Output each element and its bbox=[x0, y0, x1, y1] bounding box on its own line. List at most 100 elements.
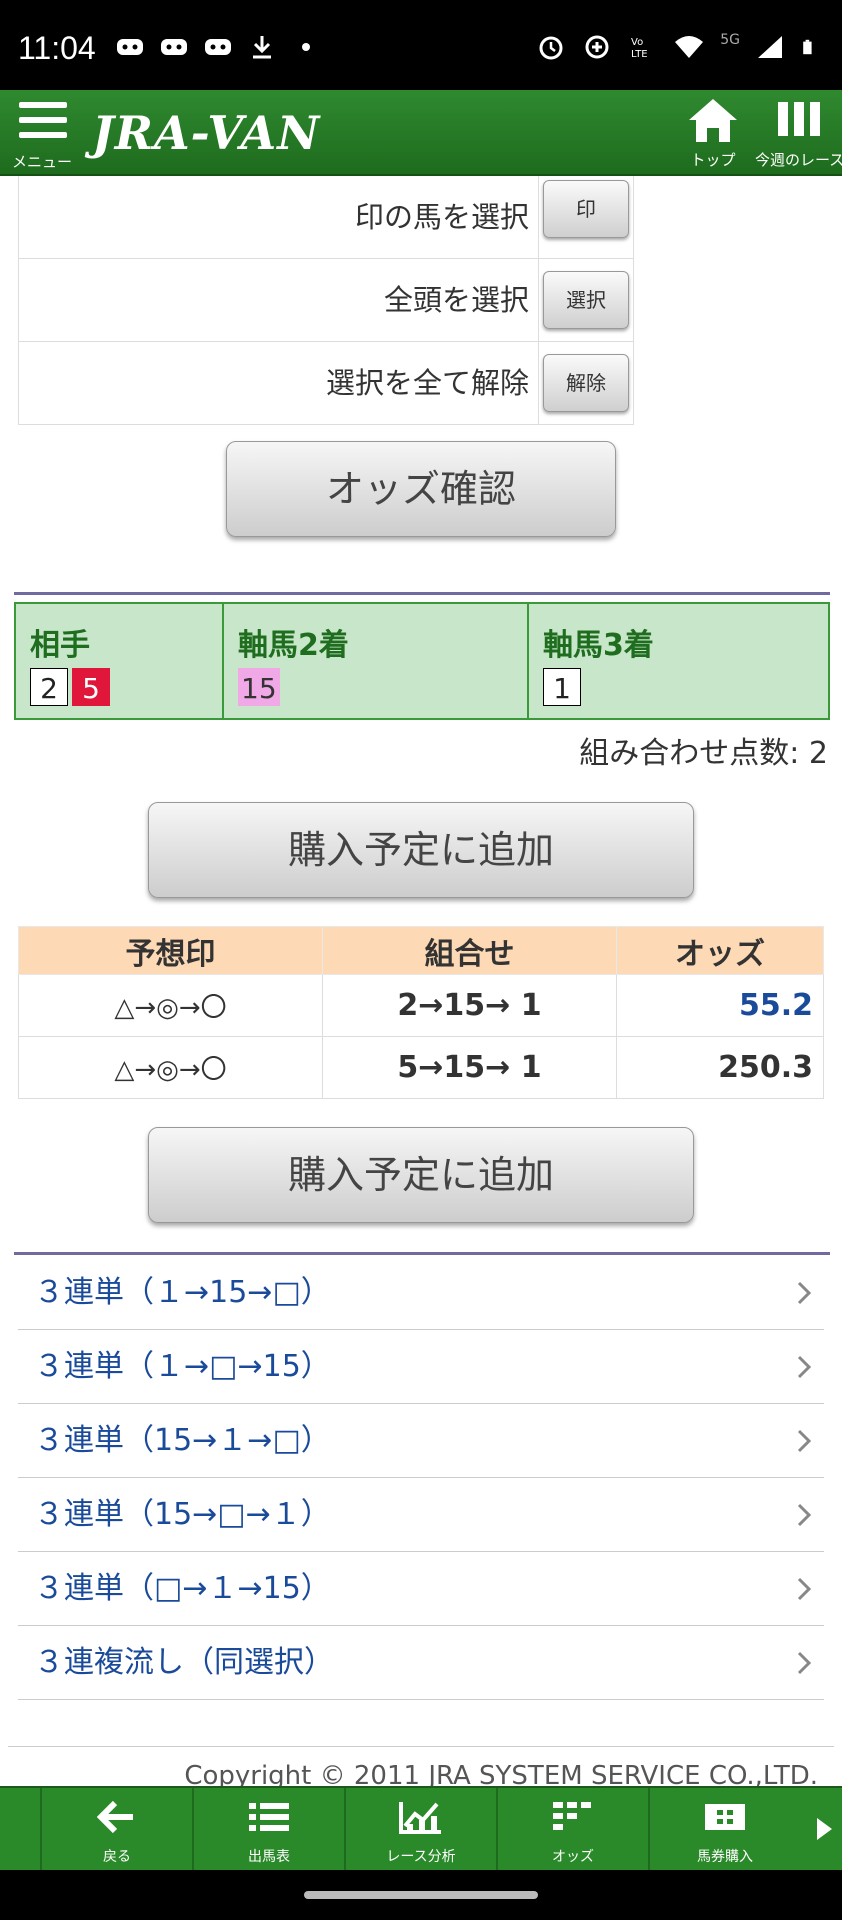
selection-table: 印の馬を選択 印 全頭を選択 選択 選択を全て解除 解除 bbox=[18, 176, 634, 425]
nav-buy-ticket[interactable]: 馬券購入 bbox=[648, 1788, 800, 1872]
select-marked-button[interactable]: 印 bbox=[543, 180, 629, 238]
notification-icons bbox=[115, 34, 321, 60]
chevron-right-icon bbox=[797, 1577, 812, 1601]
horse-number: 15 bbox=[238, 668, 280, 706]
nav-label: 馬券購入 bbox=[697, 1849, 753, 1865]
hamburger-icon bbox=[19, 102, 67, 147]
odds-value: 55.2 bbox=[616, 974, 824, 1037]
selection-row-clear: 選択を全て解除 解除 bbox=[18, 342, 634, 425]
table-row: △→◎→〇 5→15→ 1 250.3 bbox=[18, 1036, 824, 1099]
top-button[interactable]: トップ bbox=[680, 96, 746, 172]
chevron-right-icon bbox=[797, 1651, 812, 1675]
column-header: 組合せ bbox=[322, 926, 617, 975]
network-type: 5G bbox=[720, 32, 740, 48]
status-bar: 11:04 Vo LTE 5G bbox=[0, 0, 842, 90]
data-saver-icon bbox=[585, 35, 609, 59]
alarm-icon bbox=[539, 36, 563, 60]
ticket-icon bbox=[705, 1804, 745, 1830]
add-to-plan-button-bottom[interactable]: 購入予定に追加 bbox=[148, 1127, 694, 1223]
odds-grid-icon bbox=[553, 1802, 591, 1830]
battery-icon bbox=[803, 39, 812, 55]
selection-label: 印の馬を選択 bbox=[354, 200, 529, 234]
section-divider bbox=[14, 1252, 830, 1255]
list-item-label: ３連単（□→１→15） bbox=[34, 1571, 331, 1606]
check-odds-button[interactable]: オッズ確認 bbox=[226, 441, 616, 537]
list-item[interactable]: ３連単（15→□→１） bbox=[18, 1478, 824, 1552]
nav-next-arrow-icon[interactable] bbox=[814, 1816, 834, 1842]
prediction-mark: △→◎→〇 bbox=[18, 1036, 323, 1099]
dot-icon bbox=[302, 43, 310, 51]
volte-icon: VoLTE bbox=[631, 37, 648, 60]
list-icon bbox=[249, 1803, 289, 1831]
svg-text:LTE: LTE bbox=[631, 49, 648, 60]
download-icon bbox=[253, 36, 271, 59]
combo-column-opponent: 相手 2 5 bbox=[16, 604, 224, 718]
list-item-label: ３連単（１→15→□） bbox=[34, 1275, 331, 1310]
gesture-bar bbox=[0, 1870, 842, 1920]
back-arrow-icon bbox=[96, 1800, 133, 1834]
section-divider bbox=[14, 592, 830, 595]
chevron-right-icon bbox=[797, 1355, 812, 1379]
selection-row-marked: 印の馬を選択 印 bbox=[18, 176, 634, 259]
jra-van-logo[interactable]: JRA-VAN bbox=[92, 106, 320, 160]
chevron-right-icon bbox=[797, 1503, 812, 1527]
list-item[interactable]: ３連単（15→１→□） bbox=[18, 1404, 824, 1478]
combination-cell: 5→15→ 1 bbox=[322, 1036, 617, 1099]
discord-icon bbox=[117, 39, 143, 55]
chevron-right-icon bbox=[797, 1429, 812, 1453]
columns-icon bbox=[778, 102, 820, 136]
prediction-mark: △→◎→〇 bbox=[18, 974, 323, 1037]
combination-cell: 2→15→ 1 bbox=[322, 974, 617, 1037]
menu-label: メニュー bbox=[12, 153, 73, 171]
clear-selection-button[interactable]: 解除 bbox=[543, 354, 629, 412]
table-header-row: 予想印 組合せ オッズ bbox=[18, 926, 824, 975]
horse-number: 5 bbox=[72, 668, 110, 706]
related-bets-list: ３連単（１→15→□） ３連単（１→□→15） ３連単（15→１→□） ３連単（… bbox=[18, 1256, 824, 1700]
nav-odds[interactable]: オッズ bbox=[496, 1788, 648, 1872]
select-all-button[interactable]: 選択 bbox=[543, 271, 629, 329]
list-item[interactable]: ３連単（□→１→15） bbox=[18, 1552, 824, 1626]
discord-icon bbox=[205, 39, 231, 55]
combo-header: 軸馬2着 bbox=[238, 628, 349, 663]
signal-icon bbox=[758, 36, 782, 58]
home-gesture-handle[interactable] bbox=[304, 1891, 538, 1899]
nav-race-analysis[interactable]: レース分析 bbox=[344, 1788, 496, 1872]
chart-icon bbox=[399, 1802, 441, 1834]
selection-row-all: 全頭を選択 選択 bbox=[18, 259, 634, 342]
odds-table: 予想印 組合せ オッズ △→◎→〇 2→15→ 1 55.2 △→◎→〇 5→1… bbox=[18, 926, 824, 1099]
nav-label: 戻る bbox=[103, 1849, 131, 1865]
selection-label: 全頭を選択 bbox=[383, 283, 529, 317]
combo-header: 軸馬3着 bbox=[543, 628, 654, 663]
wifi-icon bbox=[675, 36, 704, 58]
combination-points: 組み合わせ点数: 2 bbox=[579, 736, 828, 771]
nav-back[interactable]: 戻る bbox=[40, 1788, 192, 1872]
this-week-label: 今週のレース bbox=[755, 151, 842, 169]
top-label: トップ bbox=[690, 151, 736, 169]
system-icons: Vo LTE 5G bbox=[536, 32, 820, 60]
combination-box: 相手 2 5 軸馬2着 15 軸馬3着 1 bbox=[14, 602, 830, 720]
list-item-label: ３連単（15→□→１） bbox=[34, 1497, 331, 1532]
list-item-label: ３連単（１→□→15） bbox=[34, 1349, 331, 1384]
horse-number: 2 bbox=[30, 668, 68, 706]
odds-value: 250.3 bbox=[616, 1036, 824, 1099]
table-row: △→◎→〇 2→15→ 1 55.2 bbox=[18, 974, 824, 1037]
add-to-plan-button[interactable]: 購入予定に追加 bbox=[148, 802, 694, 898]
combo-column-axis-3rd: 軸馬3着 1 bbox=[529, 604, 828, 718]
status-time: 11:04 bbox=[18, 30, 96, 66]
list-item[interactable]: ３連単（１→15→□） bbox=[18, 1256, 824, 1330]
column-header: オッズ bbox=[616, 926, 824, 975]
app-header: メニュー JRA-VAN トップ 今週のレース bbox=[0, 90, 842, 176]
list-item[interactable]: ３連単（１→□→15） bbox=[18, 1330, 824, 1404]
list-item[interactable]: ３連複流し（同選択） bbox=[18, 1626, 824, 1700]
column-header: 予想印 bbox=[18, 926, 323, 975]
nav-label: オッズ bbox=[552, 1849, 594, 1865]
chevron-right-icon bbox=[797, 1281, 812, 1305]
nav-label: レース分析 bbox=[386, 1849, 456, 1865]
nav-race-card[interactable]: 出馬表 bbox=[192, 1788, 344, 1872]
list-item-label: ３連複流し（同選択） bbox=[34, 1645, 334, 1680]
this-week-races-button[interactable]: 今週のレース bbox=[755, 96, 842, 172]
copyright-text: Copyright © 2011 JRA SYSTEM SERVICE CO.,… bbox=[8, 1746, 834, 1791]
menu-button[interactable]: メニュー bbox=[12, 98, 74, 171]
discord-icon bbox=[161, 39, 187, 55]
svg-text:Vo: Vo bbox=[631, 37, 643, 48]
